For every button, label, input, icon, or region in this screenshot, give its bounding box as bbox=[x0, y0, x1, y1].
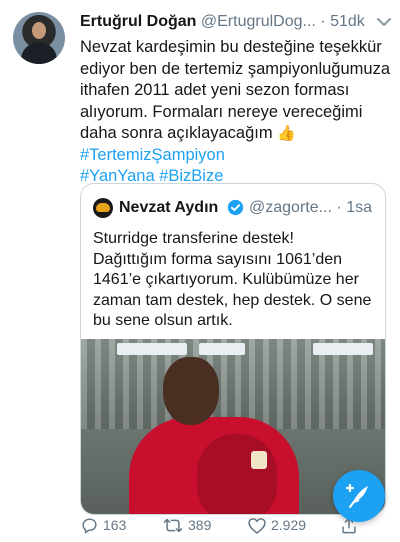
tweet-text: Nevzat kardeşimin bu desteğine teşekkür … bbox=[80, 37, 390, 188]
tweet-body: Nevzat kardeşimin bu desteğine teşekkür … bbox=[80, 38, 390, 142]
verified-badge-icon bbox=[227, 199, 244, 216]
author-name[interactable]: Ertuğrul Doğan bbox=[80, 13, 196, 30]
like-button[interactable]: 2.929 bbox=[247, 514, 306, 536]
quoted-time-separator: · bbox=[336, 199, 342, 216]
thumbs-up-emoji: 👍 bbox=[277, 125, 296, 142]
retweet-count: 389 bbox=[188, 517, 212, 534]
reply-icon bbox=[82, 518, 97, 534]
quoted-author-meta: @zagorte... · 1sa bbox=[249, 198, 372, 218]
quoted-tweet[interactable]: Nevzat Aydın @zagorte... · 1sa Sturridge… bbox=[80, 183, 386, 515]
photo-player-arm bbox=[197, 434, 277, 514]
reply-count: 163 bbox=[103, 517, 127, 534]
photo-player-head bbox=[163, 357, 219, 425]
quoted-author-name: Nevzat Aydın bbox=[119, 199, 219, 216]
compose-tweet-icon bbox=[345, 483, 368, 508]
retweet-icon bbox=[163, 518, 183, 532]
avatar-emblem bbox=[96, 203, 110, 212]
time-separator: · bbox=[320, 13, 326, 30]
quoted-tweet-time: 1sa bbox=[346, 199, 372, 216]
author-avatar[interactable] bbox=[13, 12, 65, 64]
retweet-button[interactable]: 389 bbox=[162, 514, 211, 536]
tweet-time[interactable]: 51dk bbox=[330, 13, 365, 30]
avatar-face bbox=[32, 22, 46, 39]
reply-button[interactable]: 163 bbox=[80, 514, 126, 536]
photo-kit-crest bbox=[251, 451, 267, 469]
compose-tweet-button[interactable] bbox=[333, 470, 385, 522]
like-count: 2.929 bbox=[271, 517, 307, 534]
photo-ad-board bbox=[199, 343, 245, 355]
heart-icon bbox=[248, 517, 266, 534]
photo-ad-board bbox=[313, 343, 373, 355]
quoted-tweet-header: Nevzat Aydın @zagorte... · 1sa bbox=[93, 198, 378, 220]
hashtag-link[interactable]: #TertemizŞampiyon bbox=[80, 146, 225, 164]
tweet-header: Ertuğrul Doğan @ErtugrulDog... · 51dk bbox=[80, 12, 395, 34]
photo-ad-board bbox=[117, 343, 187, 355]
author-handle[interactable]: @ErtugrulDog... bbox=[201, 13, 316, 30]
quoted-author-handle: @zagorte... bbox=[249, 199, 332, 216]
quoted-tweet-text: Sturridge transferine destek! Dağıttığım… bbox=[93, 230, 372, 329]
tweet[interactable]: Ertuğrul Doğan @ErtugrulDog... · 51dk Ne… bbox=[0, 0, 400, 542]
avatar-shoulders bbox=[21, 42, 57, 64]
chevron-down-icon[interactable] bbox=[375, 13, 393, 31]
quoted-author-avatar bbox=[93, 198, 113, 218]
